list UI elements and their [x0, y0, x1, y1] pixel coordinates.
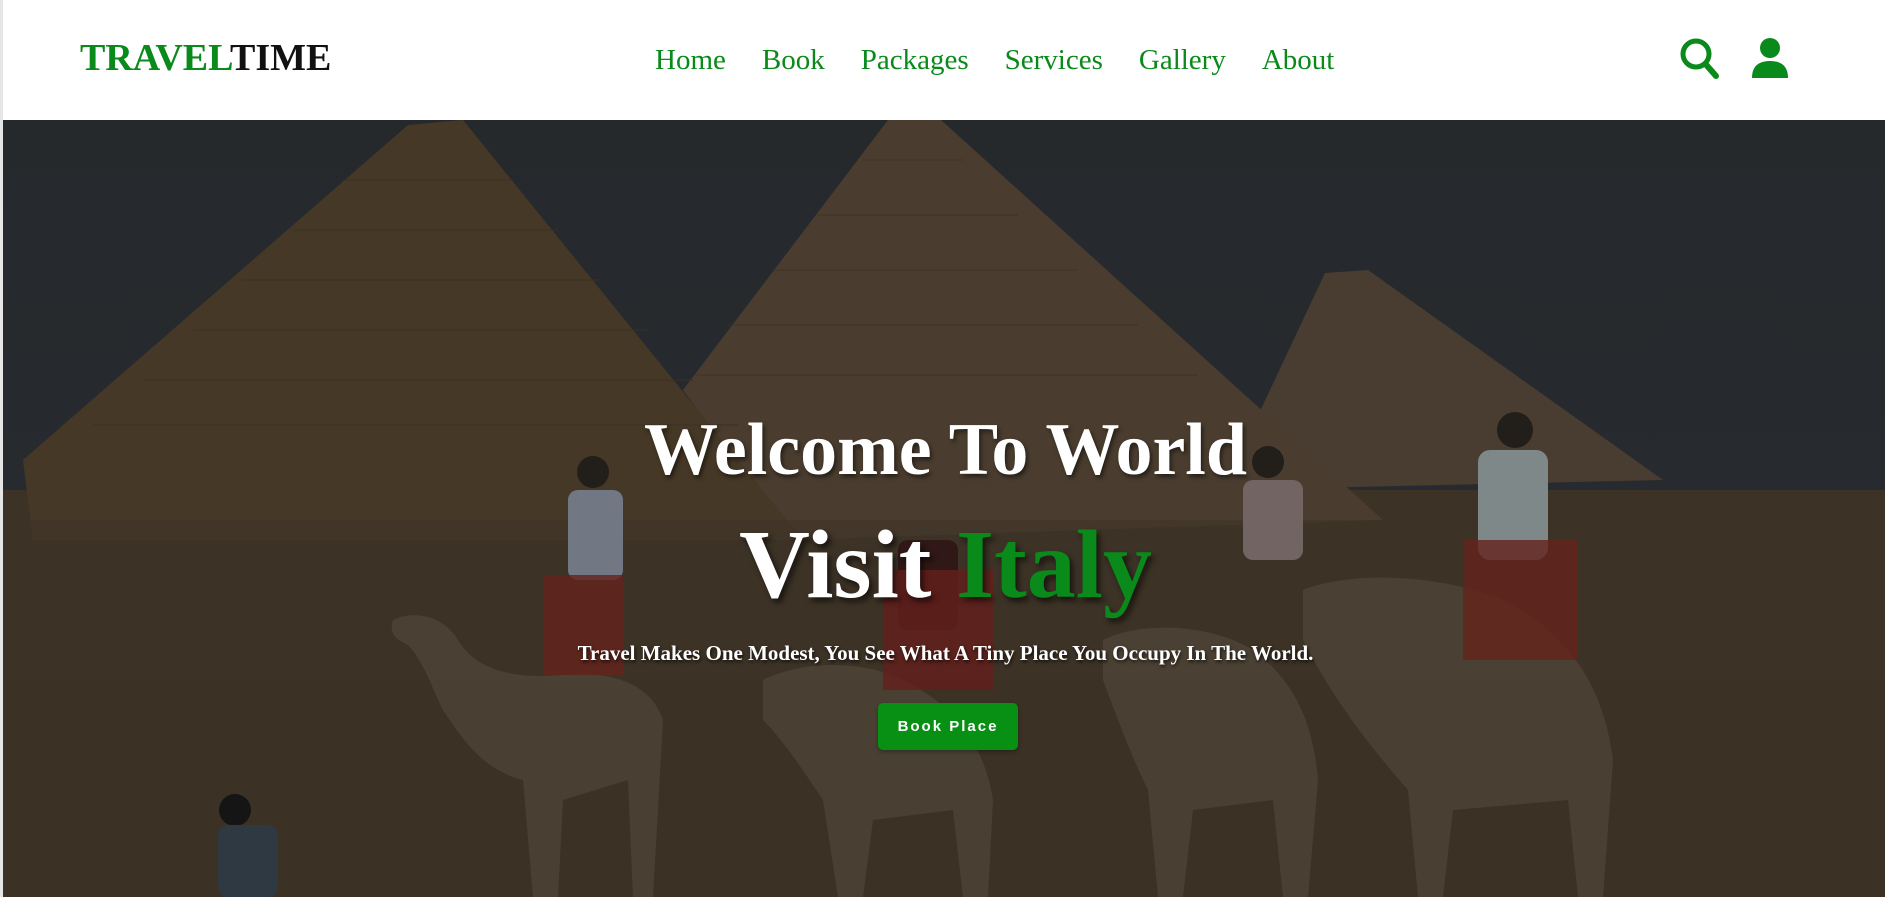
nav-book[interactable]: Book [762, 42, 825, 78]
nav-home[interactable]: Home [655, 42, 726, 78]
hero-banner: Welcome To World Visit Italy Travel Make… [3, 120, 1885, 897]
logo-part-time: TIME [229, 37, 332, 79]
hero-heading: Welcome To World [643, 409, 1248, 491]
site-header: TRAVELTIME Home Book Packages Services G… [3, 0, 1885, 120]
site-logo[interactable]: TRAVELTIME [80, 36, 331, 80]
page: TRAVELTIME Home Book Packages Services G… [0, 0, 1885, 897]
book-place-button[interactable]: Book Place [878, 703, 1018, 750]
nav-gallery[interactable]: Gallery [1139, 42, 1226, 78]
hero-background-image [3, 120, 1885, 897]
main-nav: Home Book Packages Services Gallery Abou… [655, 42, 1370, 78]
hero-subheading-accent: Italy [955, 511, 1152, 619]
logo-part-travel: TRAVEL [80, 37, 230, 79]
user-icon[interactable] [1748, 36, 1792, 82]
nav-packages[interactable]: Packages [861, 42, 969, 78]
hero-subheading: Visit Italy [3, 512, 1885, 618]
nav-about[interactable]: About [1262, 42, 1335, 78]
nav-services[interactable]: Services [1005, 42, 1103, 78]
search-icon[interactable] [1678, 36, 1722, 82]
hero-subheading-prefix: Visit [739, 511, 956, 619]
hero-tagline: Travel Makes One Modest, You See What A … [577, 641, 1314, 665]
